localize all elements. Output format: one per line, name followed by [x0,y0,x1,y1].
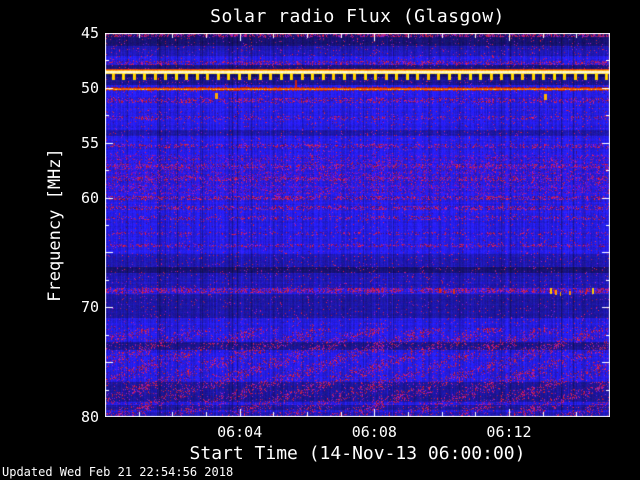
spectrogram-page: Solar radio Flux (Glasgow) Frequency [MH… [0,0,640,480]
y-tick-label-70: 70 [80,298,99,317]
footer-updated-text: Updated Wed Feb 21 22:54:56 2018 [2,465,234,479]
y-axis-title: Frequency [MHz] [45,148,65,302]
y-tick-label-60: 60 [80,188,99,207]
y-tick-label-80: 80 [80,408,99,426]
x-tick-label-0608: 06:08 [351,423,397,441]
y-tick-label-55: 55 [80,133,99,152]
chart-title: Solar radio Flux (Glasgow) [210,6,505,27]
x-tick-label-0604: 06:04 [217,423,263,441]
y-tick-label-45: 45 [80,24,99,42]
y-tick-label-50: 50 [80,78,99,97]
x-tick-label-0612: 06:12 [486,423,532,441]
spectrogram-canvas [105,33,610,417]
x-axis-title: Start Time (14-Nov-13 06:00:00) [189,443,526,464]
